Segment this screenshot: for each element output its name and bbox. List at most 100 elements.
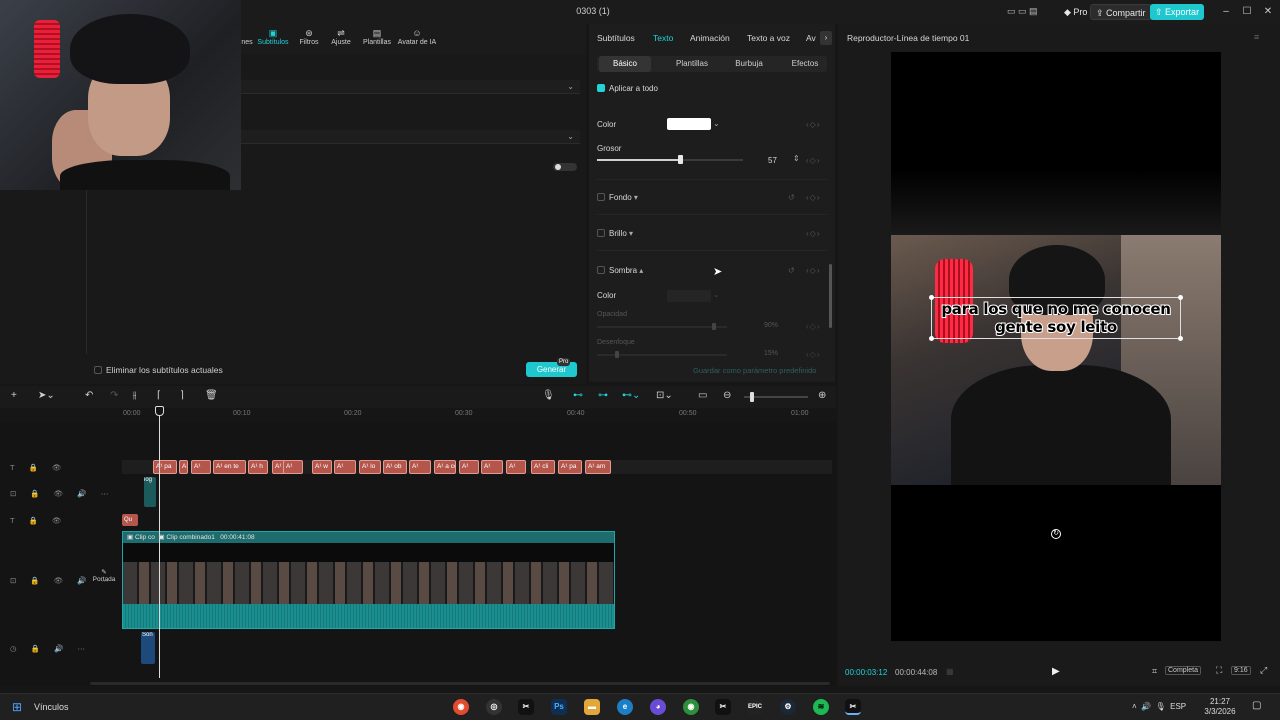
discord-icon[interactable]: ◕: [650, 699, 666, 715]
opacity-slider[interactable]: [597, 323, 727, 330]
caption-selection[interactable]: para los que no me conocen gente soy lei…: [929, 295, 1183, 341]
layout-icon[interactable]: ▭ ▭ ▤: [1007, 6, 1038, 17]
chrome-icon[interactable]: ◉: [453, 699, 469, 715]
capcut-second-icon[interactable]: ✂: [715, 699, 731, 715]
obs-icon[interactable]: ◎: [486, 699, 502, 715]
edge-icon[interactable]: e: [617, 699, 633, 715]
play-icon[interactable]: ▶: [1052, 666, 1060, 677]
zoom-in-icon[interactable]: ⊕: [818, 390, 826, 401]
slider-knob[interactable]: [678, 155, 684, 164]
subtab-basic[interactable]: Básico: [599, 56, 651, 72]
tool-ai-avatar[interactable]: ☺ Avatar de IA: [396, 28, 438, 52]
minimize-icon[interactable]: –: [1218, 4, 1234, 20]
trim-left-icon[interactable]: ⌈: [157, 390, 161, 401]
shadow-toggle[interactable]: Sombra ▴: [597, 266, 643, 275]
tool-filters[interactable]: ⊛ Filtros: [297, 28, 321, 52]
save-default-button[interactable]: Guardar como parámetro predefinido: [693, 366, 816, 375]
resize-handle[interactable]: [929, 336, 934, 341]
add-track-icon[interactable]: +: [11, 390, 17, 401]
sticker-clip[interactable]: log: [144, 477, 156, 507]
brightness-toggle[interactable]: Brillo ▾: [597, 229, 633, 238]
fullscreen-icon[interactable]: ⤢: [1260, 665, 1267, 676]
close-icon[interactable]: ✕: [1260, 4, 1276, 20]
color-swatch[interactable]: [667, 118, 711, 130]
text-clip[interactable]: A¹ cli: [531, 460, 555, 474]
steam-icon[interactable]: ⚙: [780, 699, 796, 715]
background-toggle[interactable]: Fondo ▾: [597, 193, 638, 202]
reset-icon[interactable]: ↺: [788, 193, 796, 202]
undo-icon[interactable]: ↶: [85, 390, 93, 401]
keyframe-icon[interactable]: ‹◇›: [806, 193, 820, 202]
tab-text-to-speech[interactable]: Texto a voz: [747, 33, 790, 43]
aspect-ratio-button[interactable]: 9:16: [1231, 666, 1251, 675]
toggle-switch[interactable]: [553, 163, 577, 171]
chrome-profile-icon[interactable]: ◉: [683, 699, 699, 715]
delete-icon[interactable]: 🗑: [205, 390, 218, 401]
subtab-bubble[interactable]: Burbuja: [721, 56, 777, 72]
text-clip[interactable]: A¹ w: [312, 460, 332, 474]
shadow-color-swatch[interactable]: [667, 290, 711, 302]
chevron-down-icon[interactable]: ⌄: [713, 119, 720, 128]
tool-effects[interactable]: nes: [240, 28, 254, 52]
audio-clip[interactable]: Son: [141, 632, 155, 664]
system-tray[interactable]: ˄ 🔊 🎙 ESP: [1132, 702, 1186, 711]
subtab-templates[interactable]: Plantillas: [659, 56, 725, 72]
capcut-active-icon[interactable]: ✂: [845, 699, 861, 715]
trim-right-icon[interactable]: ⌉: [180, 390, 184, 401]
keyframe-icon[interactable]: ‹◇›: [806, 266, 820, 275]
tool-subtitles[interactable]: ▣ Subtítulos: [256, 28, 290, 52]
photoshop-icon[interactable]: Ps: [551, 699, 567, 715]
folder-icon[interactable]: ▬: [584, 699, 600, 715]
caption-track-icon[interactable]: ▭: [698, 390, 707, 401]
tab-avatar[interactable]: Av: [806, 33, 816, 43]
opacity-value[interactable]: 90%: [764, 322, 778, 329]
fit-icon[interactable]: ⛶: [1216, 665, 1222, 676]
export-button[interactable]: ⇧ Exportar: [1150, 4, 1205, 20]
timecode-icon[interactable]: ▦: [946, 667, 954, 676]
spotify-icon[interactable]: ≋: [813, 699, 829, 715]
text-clip[interactable]: A¹: [459, 460, 479, 474]
keyframe-icon[interactable]: ‹◇›: [806, 322, 820, 331]
text-clip[interactable]: A¹: [409, 460, 431, 474]
text-clip[interactable]: A¹ lo: [359, 460, 381, 474]
text-clip[interactable]: A¹ ob: [383, 460, 407, 474]
text-clip[interactable]: A¹: [481, 460, 503, 474]
overlay-text-clip[interactable]: Qu: [122, 514, 138, 526]
reset-icon[interactable]: ↺: [788, 266, 796, 275]
slider-knob[interactable]: [614, 351, 619, 358]
crop-icon[interactable]: ⌗: [1152, 666, 1157, 677]
blur-value[interactable]: 15%: [764, 350, 778, 357]
quality-button[interactable]: Completa: [1165, 666, 1201, 675]
model-dropdown[interactable]: ⌄: [240, 130, 580, 144]
zoom-out-icon[interactable]: ⊖: [723, 390, 731, 401]
text-clip[interactable]: A¹ pa: [558, 460, 582, 474]
chevron-right-icon[interactable]: ›: [820, 31, 832, 45]
text-clip[interactable]: A¹ h: [248, 460, 268, 474]
resize-handle[interactable]: [929, 295, 934, 300]
clock[interactable]: 21:27 3/3/2026: [1200, 697, 1240, 717]
slider-knob[interactable]: [712, 323, 716, 330]
stepper-icon[interactable]: ⇕: [793, 154, 800, 163]
tab-text[interactable]: Texto: [653, 33, 673, 43]
apply-all-checkbox[interactable]: Aplicar a todo: [597, 84, 658, 93]
overlay-track-controls[interactable]: T 🔒 👁: [10, 516, 67, 525]
stroke-value[interactable]: 57: [768, 156, 777, 165]
chevron-down-icon[interactable]: ⌄: [713, 290, 720, 299]
resize-handle[interactable]: [1178, 295, 1183, 300]
audio-track-controls[interactable]: ◷ 🔒 🔊 ⋯: [10, 644, 91, 653]
text-clip[interactable]: A¹: [191, 460, 211, 474]
keyframe-icon[interactable]: ‹◇›: [806, 350, 820, 359]
redo-icon[interactable]: ↷: [110, 390, 118, 401]
tool-templates[interactable]: ▤ Plantillas: [360, 28, 394, 52]
maximize-icon[interactable]: ☐: [1239, 4, 1255, 20]
stroke-slider[interactable]: [597, 155, 743, 164]
capcut-icon[interactable]: ✂: [518, 699, 534, 715]
text-clip[interactable]: A¹: [179, 460, 188, 474]
slider-knob[interactable]: [750, 392, 754, 402]
snap-icon[interactable]: ⊡⌄: [656, 390, 673, 401]
link-icon[interactable]: ⊶: [598, 390, 608, 401]
links-label[interactable]: Vínculos: [34, 702, 69, 712]
remove-subtitles-checkbox[interactable]: Eliminar los subtítulos actuales: [94, 365, 223, 375]
text-clip[interactable]: A¹: [506, 460, 526, 474]
text-clip[interactable]: A¹ en te: [213, 460, 246, 474]
